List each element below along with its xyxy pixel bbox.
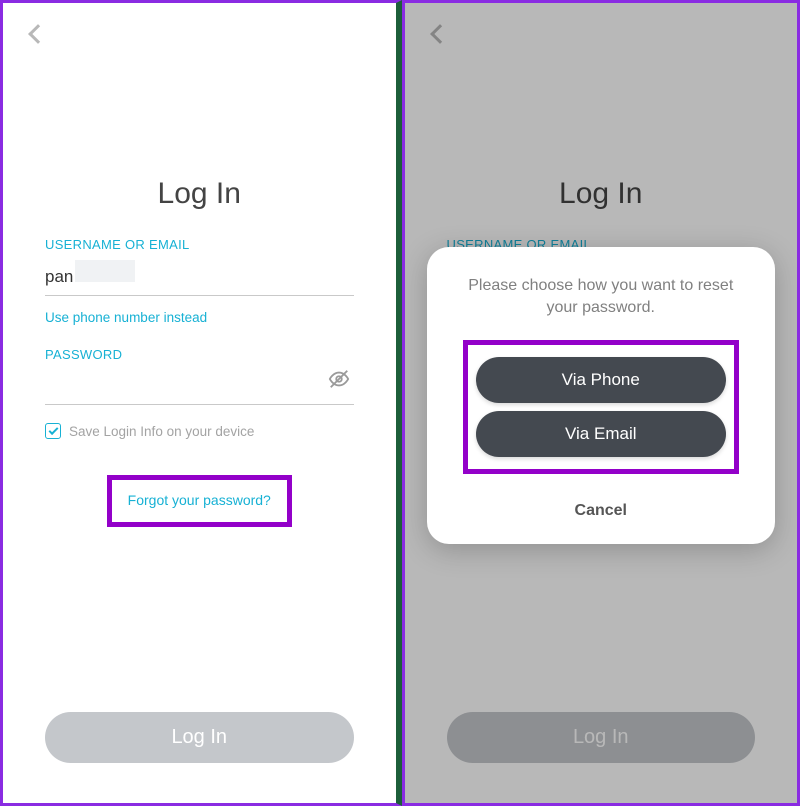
forgot-wrap: Forgot your password?	[45, 475, 354, 527]
login-form: USERNAME OR EMAIL pan Use phone number i…	[25, 237, 374, 527]
forgot-password-link[interactable]: Forgot your password?	[128, 492, 271, 508]
annotation-highlight: Forgot your password?	[107, 475, 292, 527]
back-chevron-icon[interactable]	[28, 24, 48, 44]
password-label: PASSWORD	[45, 347, 354, 362]
via-email-button[interactable]: Via Email	[476, 411, 726, 457]
use-phone-link[interactable]: Use phone number instead	[45, 310, 354, 325]
cancel-button[interactable]: Cancel	[447, 502, 756, 520]
reset-password-dialog: Please choose how you want to reset your…	[427, 247, 776, 544]
toggle-visibility-icon[interactable]	[328, 368, 350, 395]
login-button[interactable]: Log In	[45, 712, 354, 763]
login-screen-left: Log In USERNAME OR EMAIL pan Use phone n…	[0, 0, 402, 806]
save-login-row: Save Login Info on your device	[45, 423, 354, 439]
save-login-checkbox[interactable]	[45, 423, 61, 439]
save-login-label: Save Login Info on your device	[69, 424, 254, 439]
username-value: pan	[45, 267, 73, 287]
username-input-row[interactable]: pan	[45, 260, 354, 296]
username-label: USERNAME OR EMAIL	[45, 237, 354, 252]
annotation-highlight: Via Phone Via Email	[463, 340, 739, 474]
redacted-block	[75, 260, 135, 282]
page-title: Log In	[25, 177, 374, 211]
password-row	[45, 370, 354, 405]
check-icon	[48, 425, 58, 435]
dialog-message: Please choose how you want to reset your…	[447, 275, 756, 340]
password-input[interactable]	[45, 370, 354, 405]
via-phone-button[interactable]: Via Phone	[476, 357, 726, 403]
panel-inner: Log In USERNAME OR EMAIL pan Use phone n…	[3, 3, 396, 803]
reset-dialog-screen: Log In USERNAME OR EMAIL Log In Please c…	[402, 0, 800, 806]
